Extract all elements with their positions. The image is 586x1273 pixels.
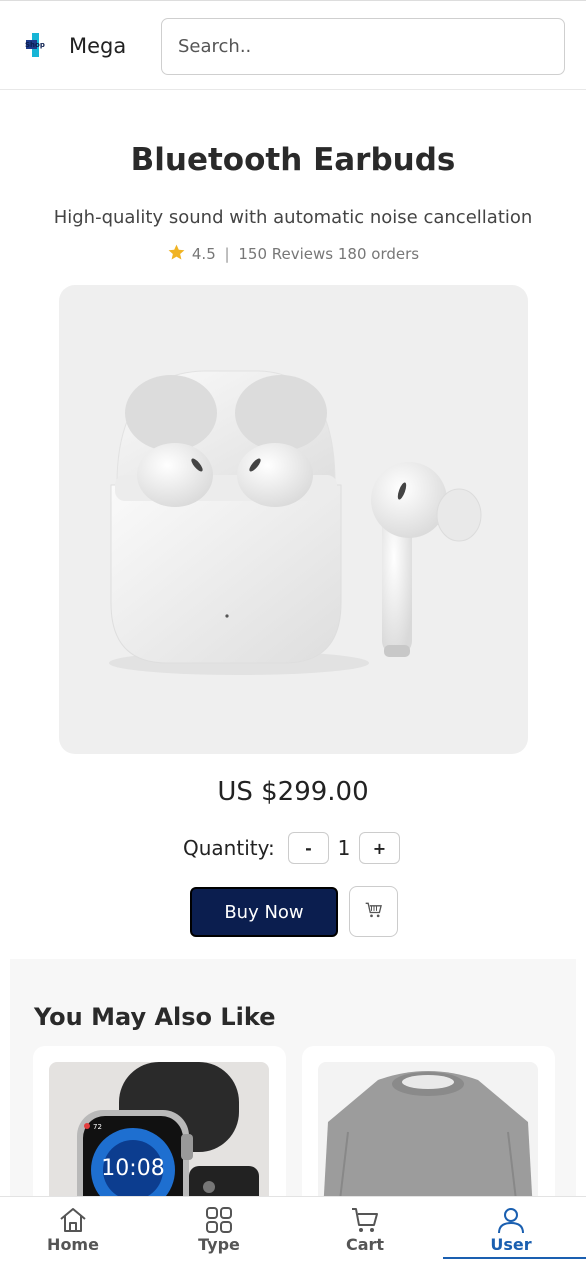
rating-row: 4.5 | 150 Reviews 180 orders: [0, 243, 586, 263]
buy-now-button[interactable]: Buy Now: [190, 887, 338, 937]
nav-home[interactable]: Home: [0, 1197, 146, 1259]
logo-icon[interactable]: Shop: [24, 31, 54, 59]
bottom-navigation: Home Type Cart User: [0, 1196, 586, 1273]
quantity-value: 1: [337, 836, 351, 860]
product-price: US $299.00: [217, 777, 369, 807]
add-to-cart-button[interactable]: [349, 886, 398, 937]
home-icon: [60, 1208, 86, 1232]
grid-icon: [206, 1207, 232, 1233]
nav-cart-label: Cart: [345, 1235, 385, 1254]
nav-type-label: Type: [198, 1235, 240, 1254]
earbuds-illustration: [109, 370, 482, 675]
nav-user-label: User: [490, 1235, 532, 1254]
watch-time: 10:08: [101, 1156, 164, 1181]
product-title: Bluetooth Earbuds: [130, 142, 456, 178]
recommendations-title: You May Also Like: [34, 1003, 276, 1031]
star-icon: [168, 244, 185, 260]
review-count[interactable]: 150 Reviews: [238, 245, 333, 263]
app-header: Shop Mega: [0, 0, 586, 90]
add-to-cart-icon: [365, 902, 382, 918]
quantity-label: Quantity:: [183, 836, 275, 860]
brand-name[interactable]: Mega: [69, 34, 126, 58]
order-count: 180 orders: [337, 245, 420, 263]
quantity-decrease-button[interactable]: -: [288, 832, 329, 864]
search-input[interactable]: [161, 18, 565, 75]
nav-user[interactable]: User: [438, 1197, 584, 1259]
active-tab-indicator: [443, 1257, 586, 1259]
rating-value: 4.5: [191, 245, 216, 263]
nav-cart[interactable]: Cart: [292, 1197, 438, 1259]
product-image[interactable]: [59, 285, 528, 754]
user-icon: [498, 1208, 524, 1234]
product-subtitle: High-quality sound with automatic noise …: [53, 207, 533, 228]
watch-badge: 72: [93, 1123, 102, 1131]
nav-home-label: Home: [47, 1235, 99, 1254]
nav-type[interactable]: Type: [146, 1197, 292, 1259]
rating-separator: |: [224, 245, 230, 263]
cart-icon: [352, 1208, 378, 1232]
quantity-increase-button[interactable]: +: [359, 832, 400, 864]
logo-text: Shop: [25, 41, 45, 49]
